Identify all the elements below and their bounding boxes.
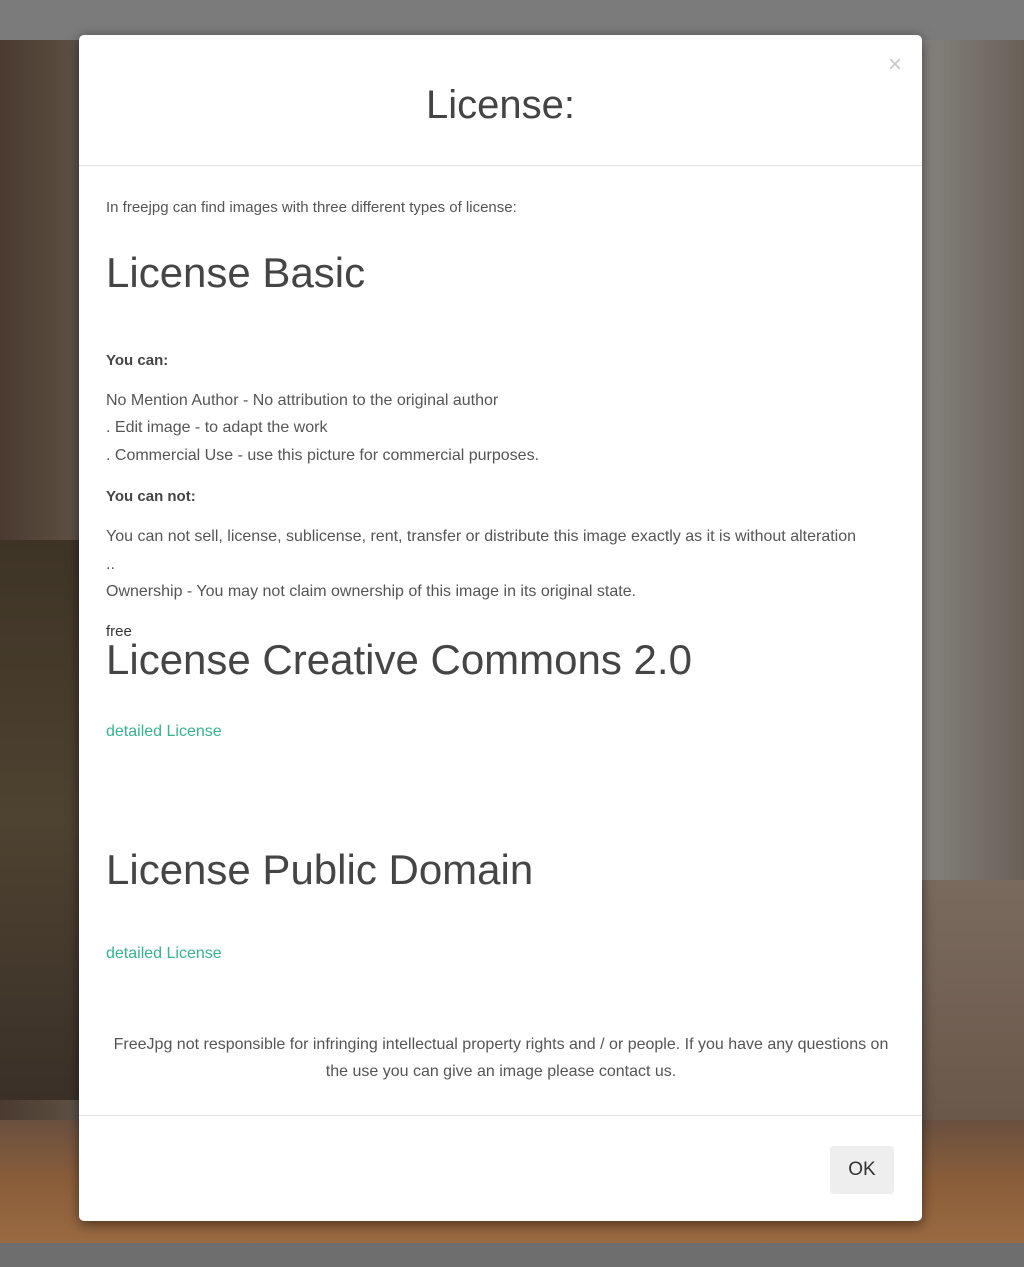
background-bottom-band — [0, 1243, 1024, 1267]
modal-header: License: × — [79, 35, 922, 166]
you-can-item: No Mention Author - No attribution to th… — [106, 392, 499, 409]
you-can-label: You can: — [106, 352, 169, 369]
you-can-item: . Commercial Use - use this picture for … — [106, 447, 540, 464]
intro-text: In freejpg can find images with three di… — [106, 199, 517, 216]
background-left-figure — [0, 540, 80, 1100]
you-can-not-label: You can not: — [106, 488, 196, 505]
creative-commons-detailed-license-link[interactable]: detailed License — [106, 723, 222, 741]
license-public-domain-heading: License Public Domain — [106, 846, 534, 893]
license-basic-heading: License Basic — [106, 249, 366, 296]
license-creative-commons-heading: License Creative Commons 2.0 — [106, 636, 692, 683]
ownership-text: Ownership - You may not claim ownership … — [106, 583, 637, 600]
you-can-not-text: You can not sell, license, sublicense, r… — [106, 528, 857, 573]
modal-title: License: — [426, 83, 575, 127]
license-modal: License: × In freejpg can find images wi… — [79, 35, 922, 1221]
background-right-figure — [922, 880, 1024, 1120]
you-can-item: . Edit image - to adapt the work — [106, 419, 328, 436]
modal-footer: OK — [79, 1115, 922, 1222]
ok-button[interactable]: OK — [830, 1146, 894, 1194]
close-icon[interactable]: × — [888, 53, 902, 77]
public-domain-detailed-license-link[interactable]: detailed License — [106, 945, 222, 963]
disclaimer-text: FreeJpg not responsible for infringing i… — [113, 1036, 889, 1080]
background-top-band — [0, 0, 1024, 40]
